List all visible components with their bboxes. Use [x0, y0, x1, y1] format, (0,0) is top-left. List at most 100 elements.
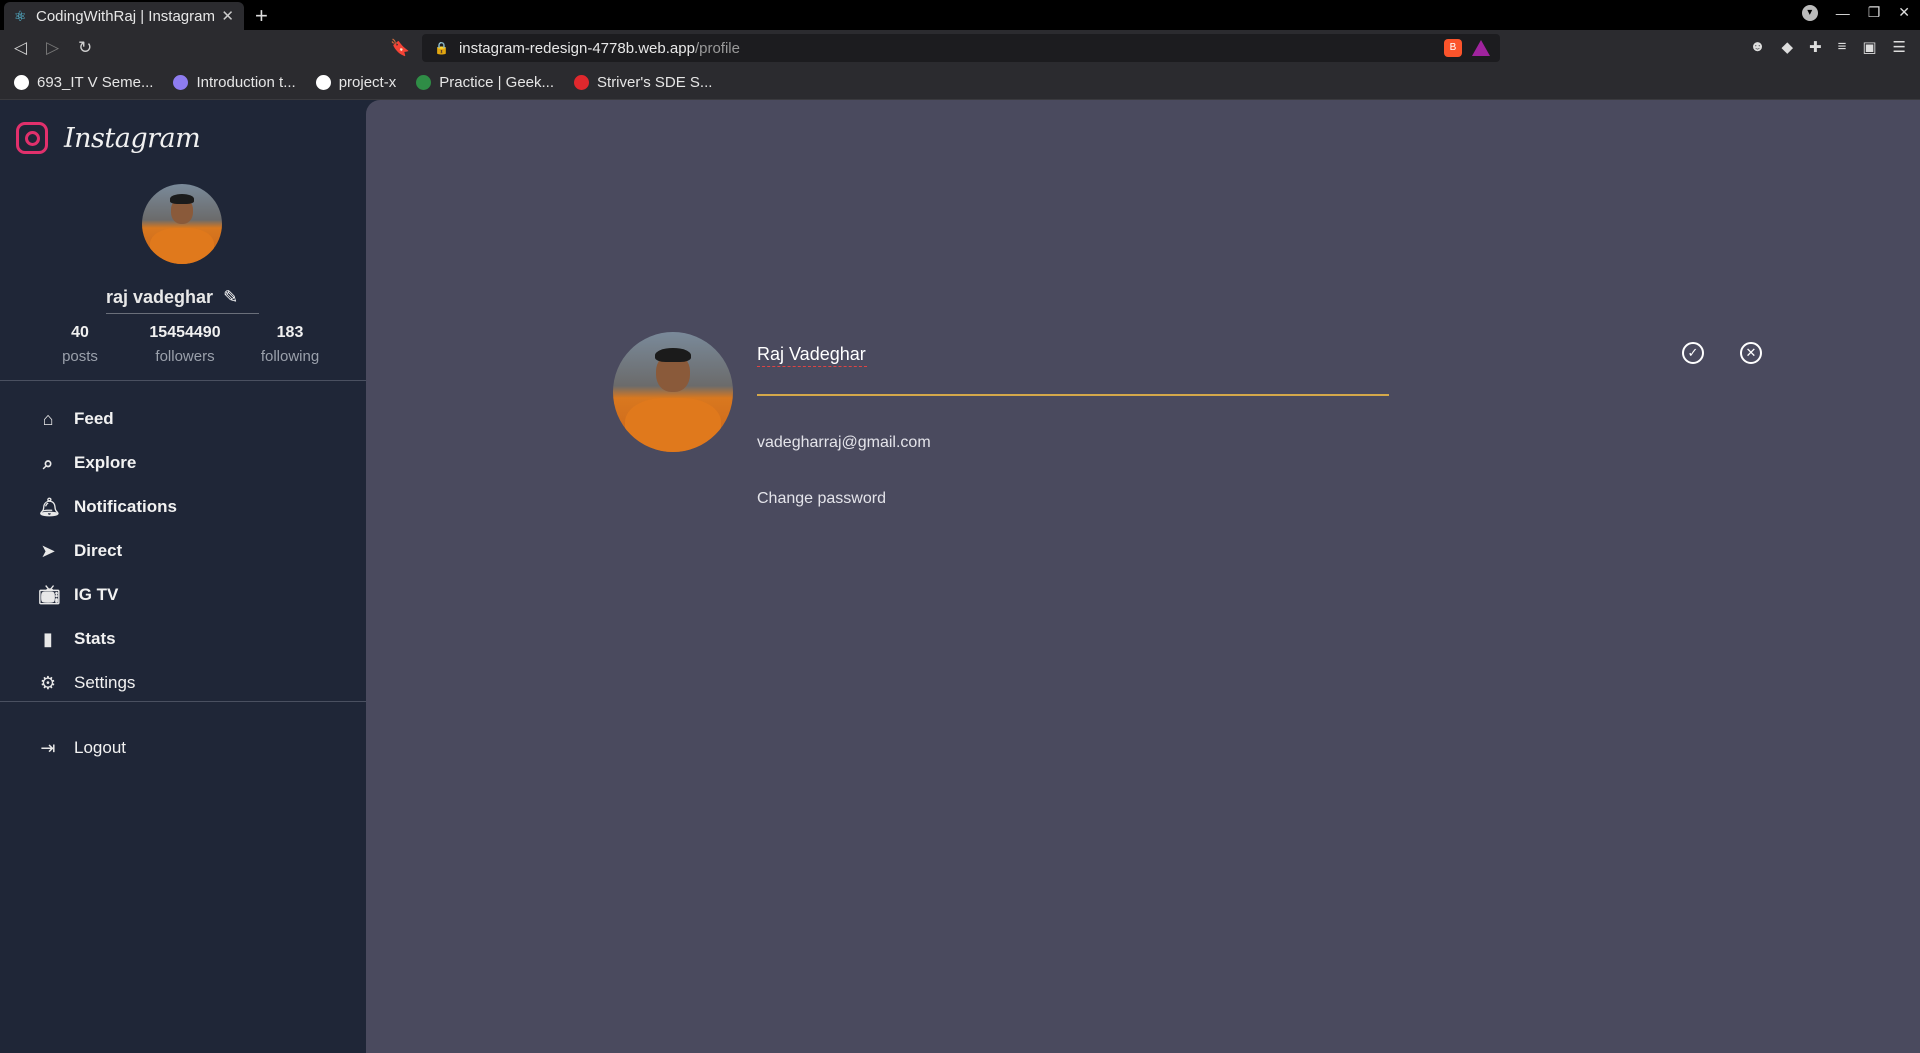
cancel-x-icon[interactable]: ✕	[1740, 342, 1762, 364]
logout-label: Logout	[74, 738, 126, 757]
profile-avatar[interactable]	[613, 332, 733, 452]
url-host: instagram-redesign-4778b.web.app	[458, 39, 695, 57]
search-icon: ⌕	[42, 452, 54, 473]
puzzle-extensions-icon[interactable]: ✚	[1809, 38, 1822, 56]
username-text: raj vadeghar	[106, 287, 214, 307]
brand-wordmark: Instagram	[64, 122, 201, 154]
bookmark-favicon-icon	[416, 75, 432, 90]
bookmark-label: Striver's SDE S...	[597, 74, 713, 91]
sidebar-item-label: Settings	[74, 673, 136, 692]
bookmark-page-icon[interactable]: 🔖	[390, 38, 410, 58]
sidebar-item-label: Direct	[74, 541, 123, 560]
bookmark-label: Practice | Geek...	[439, 74, 555, 91]
brave-shields-icon[interactable]: B	[1444, 39, 1462, 57]
bookmark-label: project-x	[338, 74, 397, 91]
forward-icon[interactable]: ▷	[46, 38, 59, 58]
bookmark-favicon-icon	[315, 75, 331, 90]
sidebar-item-igtv[interactable]: 📺︎ IG TV	[38, 573, 177, 617]
sidebar-avatar[interactable]	[142, 184, 222, 264]
sidebar-item-direct[interactable]: ➤ Direct	[38, 529, 177, 573]
sidebar-item-label: Feed	[74, 409, 114, 428]
name-edit-field: ✓ ✕	[757, 336, 1762, 396]
url-path: /profile	[694, 39, 740, 57]
profile-panel: ✓ ✕ vadegharraj@gmail.com Change passwor…	[366, 100, 1920, 1053]
bookmark-item[interactable]: Practice | Geek...	[416, 74, 554, 91]
logout-button[interactable]: ⇥ Logout	[38, 726, 126, 770]
close-window-icon[interactable]: ✕	[1898, 4, 1910, 21]
stat-label: followers	[155, 348, 215, 365]
lock-icon: 🔒	[434, 41, 449, 55]
gear-icon: ⚙	[39, 672, 57, 693]
name-input[interactable]	[757, 340, 1277, 368]
stat-value: 15454490	[149, 324, 221, 341]
bookmarks-bar: 693_IT V Seme... Introduction t... project…	[0, 66, 1920, 100]
sidebar-item-label: IG TV	[74, 585, 119, 604]
new-tab-button[interactable]: +	[255, 3, 268, 29]
back-icon[interactable]: ◁	[14, 38, 27, 58]
confirm-check-icon[interactable]: ✓	[1682, 342, 1704, 364]
extension-icon[interactable]: ☻	[1750, 38, 1766, 56]
stat-label: posts	[62, 348, 98, 365]
change-password-link[interactable]: Change password	[757, 490, 886, 508]
tab-close-icon[interactable]: ✕	[221, 7, 234, 25]
sidebar-item-explore[interactable]: ⌕ Explore	[38, 441, 177, 485]
stat-followers: 15454490 followers	[135, 324, 235, 365]
menu-icon[interactable]: ☰	[1893, 38, 1906, 56]
metamask-icon[interactable]: ◆	[1781, 38, 1793, 56]
bookmark-favicon-icon	[14, 75, 29, 90]
sidebar-item-notifications[interactable]: 🔔︎ Notifications	[38, 485, 177, 529]
logout-icon: ⇥	[40, 737, 56, 758]
sidebar: Instagram raj vadeghar ✎ 40 posts 154544…	[0, 100, 366, 1053]
browser-tab-strip: ⚛ CodingWithRaj | Instagram ✕ + ▾ — ❐ ✕	[0, 0, 1920, 30]
minimize-icon[interactable]: —	[1836, 5, 1850, 21]
instagram-logo[interactable]: Instagram	[16, 122, 201, 154]
browser-toolbar: ◁ ▷ ↻ 🔖 🔒 instagram-redesign-4778b.web.a…	[0, 30, 1920, 66]
tab-search-icon[interactable]: ▾	[1801, 4, 1818, 21]
stat-value: 40	[71, 324, 89, 341]
bookmark-item[interactable]: project-x	[315, 74, 397, 91]
reading-list-icon[interactable]: ≡	[1838, 38, 1847, 56]
sidebar-item-stats[interactable]: ▮ Stats	[38, 617, 177, 661]
react-favicon-icon: ⚛	[14, 8, 27, 24]
bar-chart-icon: ▮	[43, 628, 53, 649]
bookmark-item[interactable]: Striver's SDE S...	[574, 74, 712, 91]
bookmark-item[interactable]: 693_IT V Seme...	[14, 74, 153, 91]
stat-label: following	[260, 348, 320, 365]
bookmark-favicon-icon	[173, 75, 189, 90]
sidebar-item-label: Stats	[74, 629, 116, 648]
stat-following: 183 following	[240, 324, 340, 365]
address-bar[interactable]: 🔒 instagram-redesign-4778b.web.app/profi…	[422, 34, 1500, 62]
bell-icon: 🔔︎	[38, 496, 61, 517]
bookmark-label: Introduction t...	[196, 74, 296, 91]
brave-rewards-icon[interactable]	[1472, 40, 1490, 56]
bookmark-label: 693_IT V Seme...	[37, 74, 154, 91]
send-icon: ➤	[40, 540, 56, 561]
bookmark-item[interactable]: Introduction t...	[173, 74, 296, 91]
sidebar-item-label: Explore	[74, 453, 137, 472]
edit-pencil-icon[interactable]: ✎	[223, 287, 238, 308]
sidebar-divider	[0, 701, 366, 702]
sidebar-nav: ⌂ Feed ⌕ Explore 🔔︎ Notifications ➤ Dire…	[38, 397, 177, 705]
stat-value: 183	[276, 324, 304, 341]
sidebar-item-feed[interactable]: ⌂ Feed	[38, 397, 177, 441]
profile-email: vadegharraj@gmail.com	[757, 434, 931, 451]
window-controls: ▾ — ❐ ✕	[1801, 4, 1910, 21]
restore-icon[interactable]: ❐	[1868, 4, 1881, 21]
reload-icon[interactable]: ↻	[78, 38, 92, 58]
wallet-icon[interactable]: ▣	[1862, 38, 1876, 56]
browser-tab-active[interactable]: ⚛ CodingWithRaj | Instagram ✕	[4, 2, 244, 30]
bookmark-favicon-icon	[574, 75, 590, 90]
tab-title: CodingWithRaj | Instagram	[36, 7, 215, 25]
sidebar-item-label: Notifications	[74, 497, 177, 516]
sidebar-divider	[0, 380, 366, 381]
instagram-app: Instagram raj vadeghar ✎ 40 posts 154544…	[0, 100, 1920, 1053]
spellcheck-underline	[757, 366, 867, 367]
tv-icon: 📺︎	[38, 584, 61, 605]
profile-stats: 40 posts 15454490 followers 183 followin…	[30, 324, 340, 365]
stat-posts: 40 posts	[30, 324, 130, 365]
sidebar-username: raj vadeghar ✎	[106, 282, 259, 314]
extension-icons: ☻ ◆ ✚ ≡ ▣ ☰	[1750, 38, 1906, 56]
instagram-camera-icon	[16, 122, 48, 154]
home-icon: ⌂	[42, 408, 54, 429]
sidebar-item-settings[interactable]: ⚙ Settings	[38, 661, 177, 705]
